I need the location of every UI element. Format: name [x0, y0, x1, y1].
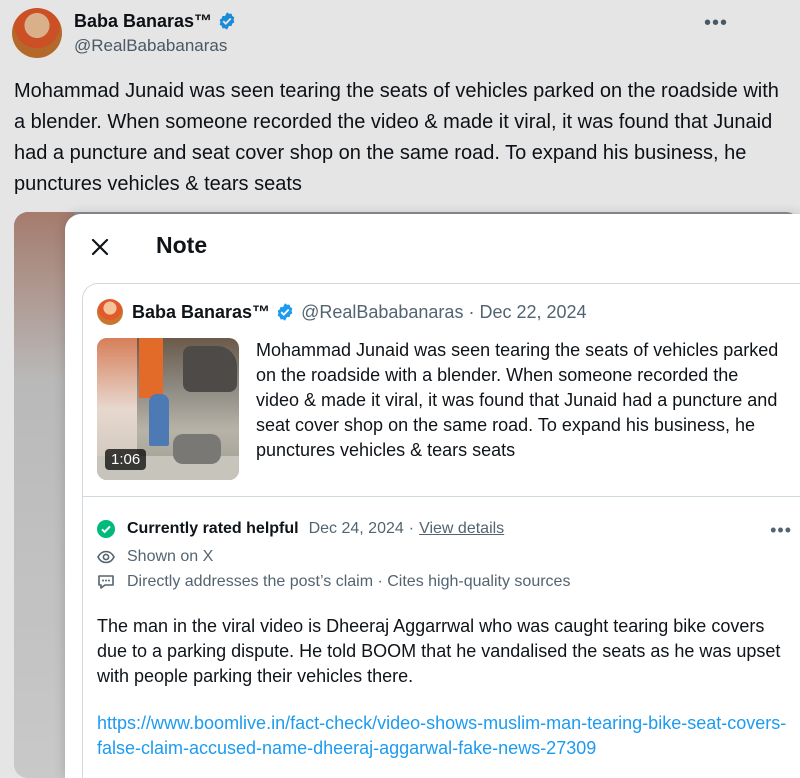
divider: [83, 496, 800, 497]
rating-date: Dec 24, 2024: [308, 520, 404, 537]
verified-badge-icon: [277, 303, 293, 321]
tweet-date[interactable]: Dec 22, 2024: [479, 302, 586, 323]
shown-on-row: Shown on X: [97, 546, 213, 568]
shown-on-text: Shown on X: [127, 548, 214, 565]
author-name[interactable]: Baba Banaras™: [132, 302, 270, 323]
separator: ·: [468, 301, 475, 322]
rating-status: Currently rated helpful Dec 24, 2024 · V…: [97, 518, 504, 540]
attributes-text: Directly addresses the post’s claim · Ci…: [127, 573, 571, 590]
thumbnail-scene: [173, 434, 221, 464]
quoted-tweet-text: Mohammad Junaid was seen tearing the sea…: [256, 340, 779, 460]
attributes-row: Directly addresses the post’s claim · Ci…: [97, 571, 570, 593]
thumbnail-scene: [149, 394, 169, 446]
author-handle[interactable]: @RealBababanaras: [301, 302, 463, 323]
eye-icon: [97, 548, 115, 566]
close-button[interactable]: [85, 232, 115, 262]
separator: ·: [408, 520, 415, 537]
comment-icon: [97, 573, 115, 591]
check-circle-icon: [97, 520, 115, 538]
view-details-link[interactable]: View details: [419, 520, 504, 538]
thumbnail-scene: [139, 338, 163, 398]
note-dialog: Note Baba Banaras™ @RealBababanaras · De…: [65, 214, 800, 778]
avatar[interactable]: [97, 299, 123, 325]
thumbnail-scene: [183, 346, 237, 392]
video-duration: 1:06: [105, 449, 147, 470]
more-options-icon[interactable]: •••: [770, 520, 792, 541]
note-body-text: The man in the viral video is Dheeraj Ag…: [97, 616, 781, 686]
video-thumbnail[interactable]: 1:06: [97, 338, 239, 480]
note-title: Note: [156, 232, 208, 258]
quoted-tweet-card[interactable]: Baba Banaras™ @RealBababanaras · Dec 22,…: [82, 283, 800, 778]
close-icon: [91, 238, 109, 256]
source-link[interactable]: https://www.boomlive.in/fact-check/video…: [97, 711, 787, 761]
quoted-tweet-header: Baba Banaras™ @RealBababanaras · Dec 22,…: [97, 298, 587, 326]
note-header: Note: [65, 214, 800, 280]
rating-label: Currently rated helpful: [127, 520, 299, 537]
